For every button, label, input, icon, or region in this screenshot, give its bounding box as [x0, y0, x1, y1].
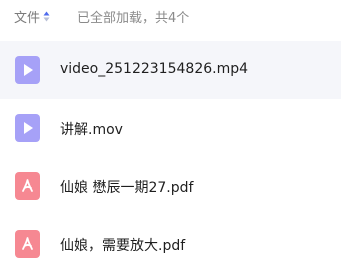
- file-list: video_251223154826.mp4 讲解.mov 仙娘 懋辰一期27.…: [0, 41, 341, 273]
- file-row[interactable]: video_251223154826.mp4: [0, 41, 341, 99]
- file-row[interactable]: 仙娘，需要放大.pdf: [0, 215, 341, 273]
- file-name: 仙娘 懋辰一期27.pdf: [60, 180, 194, 196]
- video-file-icon: [15, 56, 40, 84]
- sort-by-name-button[interactable]: 文件: [14, 7, 50, 26]
- file-row[interactable]: 讲解.mov: [0, 99, 341, 157]
- pdf-file-icon: [15, 172, 40, 200]
- pdf-file-icon: [15, 230, 40, 258]
- file-name: 讲解.mov: [60, 122, 123, 138]
- file-name: video_251223154826.mp4: [60, 61, 249, 77]
- file-list-header: 文件 已全部加载，共4个: [0, 0, 341, 34]
- load-status-text: 已全部加载，共4个: [77, 11, 190, 26]
- sort-label: 文件: [14, 11, 41, 26]
- file-name: 仙娘，需要放大.pdf: [60, 238, 186, 254]
- video-file-icon: [15, 114, 40, 142]
- file-row[interactable]: 仙娘 懋辰一期27.pdf: [0, 157, 341, 215]
- sort-arrows-icon: [43, 11, 50, 22]
